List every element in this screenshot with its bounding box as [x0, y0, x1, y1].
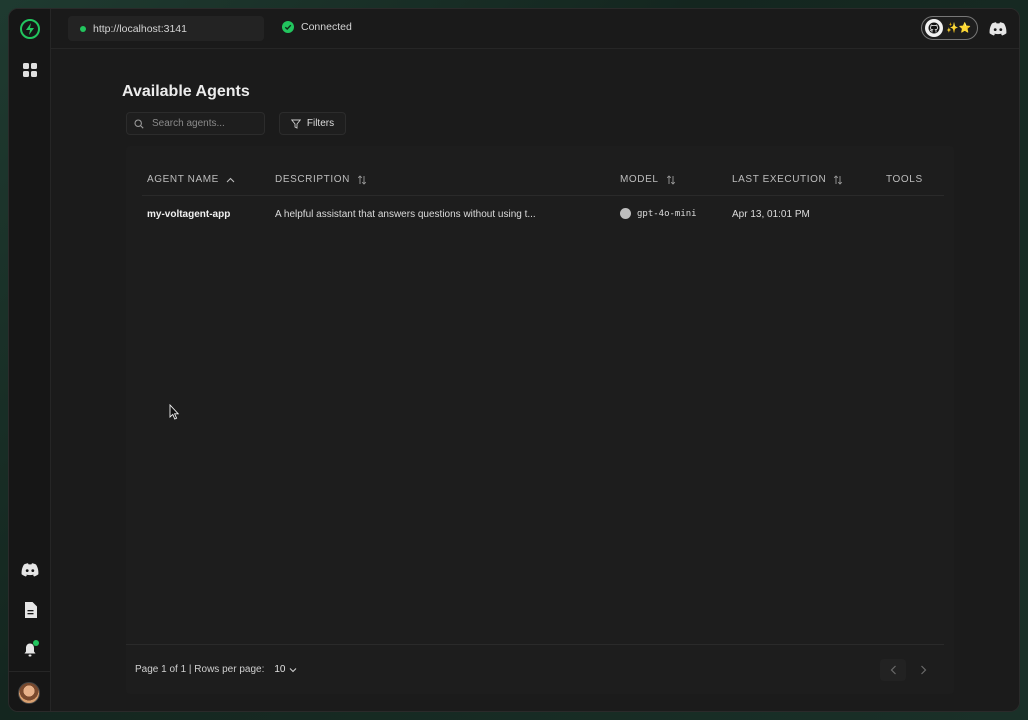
- voltagent-logo-icon[interactable]: [19, 18, 41, 40]
- column-header-agent-name[interactable]: AGENT NAME: [147, 174, 235, 185]
- search-agents-field[interactable]: [126, 112, 265, 135]
- column-header-description[interactable]: DESCRIPTION: [275, 174, 367, 185]
- discord-icon[interactable]: [19, 559, 41, 581]
- agent-model-label: gpt-4o-mini: [637, 208, 697, 219]
- connection-status: Connected: [282, 21, 352, 33]
- agent-last-execution-cell: Apr 13, 01:01 PM: [732, 209, 810, 220]
- column-header-label: AGENT NAME: [147, 174, 219, 185]
- sort-toggle-icon: [357, 174, 367, 185]
- sidebar: [9, 9, 51, 711]
- github-star-button[interactable]: ✨⭐: [921, 16, 978, 40]
- agents-table: AGENT NAME DESCRIPTION MODEL LAST EXECUT…: [126, 146, 954, 694]
- chevron-down-icon: [290, 667, 297, 672]
- user-avatar[interactable]: [18, 682, 40, 704]
- filters-button-label: Filters: [306, 118, 335, 129]
- openai-icon: [620, 208, 631, 219]
- server-status-dot-icon: [80, 25, 86, 32]
- check-circle-icon: [282, 21, 294, 33]
- pagination-info: Page 1 of 1 | Rows per page: 10: [135, 664, 301, 675]
- filter-funnel-icon: [290, 119, 301, 129]
- column-header-tools: TOOLS: [886, 174, 923, 185]
- column-header-label: LAST EXECUTION: [732, 174, 827, 185]
- chevron-right-icon: [920, 665, 926, 675]
- column-header-label: TOOLS: [886, 174, 923, 185]
- app-window: http://localhost:3141 Connected ✨⭐ Avail…: [8, 8, 1020, 712]
- server-url: http://localhost:3141: [93, 22, 187, 35]
- connection-status-label: Connected: [301, 21, 352, 33]
- sort-toggle-icon: [834, 174, 843, 185]
- notification-dot-icon: [33, 640, 39, 646]
- docs-icon[interactable]: [19, 599, 41, 621]
- column-header-label: DESCRIPTION: [275, 174, 350, 185]
- table-row[interactable]: my-voltagent-app A helpful assistant tha…: [142, 196, 944, 232]
- rows-per-page-value: 10: [274, 664, 286, 675]
- sidebar-divider: [9, 671, 51, 672]
- table-header: AGENT NAME DESCRIPTION MODEL LAST EXECUT…: [142, 146, 944, 196]
- table-footer: Page 1 of 1 | Rows per page: 10: [126, 644, 944, 694]
- mouse-cursor-icon: [169, 404, 179, 420]
- github-icon: [925, 19, 943, 37]
- main-content: Available Agents Filters AGENT NAME DESC…: [51, 49, 1019, 711]
- next-page-button[interactable]: [910, 659, 936, 681]
- rows-per-page-select[interactable]: 10: [270, 664, 301, 675]
- sort-ascending-icon: [226, 177, 235, 182]
- notifications-bell-icon[interactable]: [19, 639, 41, 661]
- search-agents-input[interactable]: [152, 118, 262, 129]
- filters-button[interactable]: Filters: [279, 112, 346, 135]
- page-info-label: Page 1 of 1 | Rows per page:: [135, 664, 265, 675]
- server-url-pill[interactable]: http://localhost:3141: [68, 16, 264, 41]
- column-header-last-execution[interactable]: LAST EXECUTION: [732, 174, 843, 185]
- column-header-model[interactable]: MODEL: [620, 174, 676, 185]
- discord-link-icon[interactable]: [988, 19, 1008, 39]
- github-star-badge: ✨⭐: [946, 22, 971, 34]
- column-header-label: MODEL: [620, 174, 659, 185]
- search-icon: [134, 118, 144, 129]
- agent-name-cell[interactable]: my-voltagent-app: [147, 209, 230, 220]
- top-bar: http://localhost:3141 Connected ✨⭐: [51, 9, 1019, 49]
- chevron-left-icon: [890, 665, 896, 675]
- previous-page-button[interactable]: [880, 659, 906, 681]
- page-title: Available Agents: [122, 83, 250, 100]
- agents-grid-icon[interactable]: [19, 59, 41, 81]
- sort-toggle-icon: [666, 174, 675, 185]
- agent-description-cell: A helpful assistant that answers questio…: [275, 209, 536, 220]
- agent-model-cell: gpt-4o-mini: [620, 208, 697, 219]
